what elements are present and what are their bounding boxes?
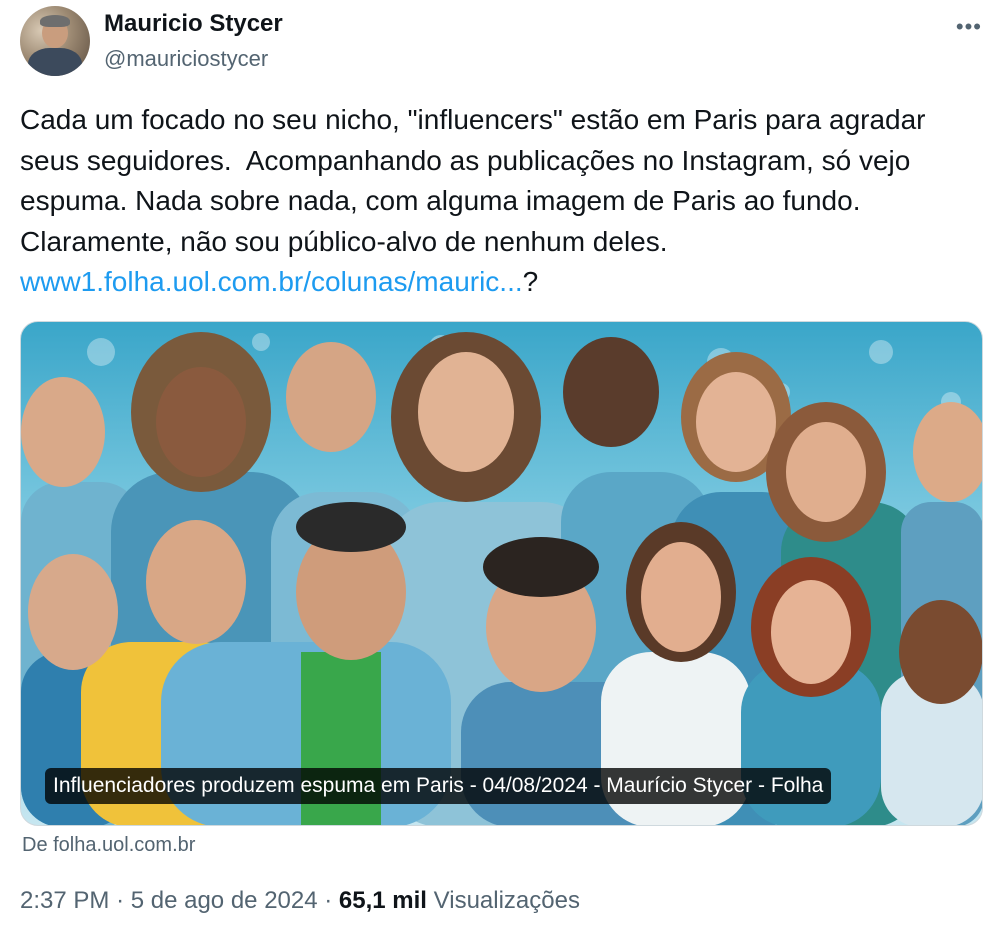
author-name[interactable]: Mauricio Stycer [104, 10, 283, 38]
views-count[interactable]: 65,1 mil [339, 887, 427, 914]
views-label[interactable]: Visualizações [434, 887, 580, 914]
tweet-date[interactable]: 5 de ago de 2024 [131, 887, 318, 914]
meta-separator: · [116, 887, 125, 914]
author-handle[interactable]: @mauriciostycer [104, 46, 268, 72]
meta-separator: · [324, 887, 333, 914]
more-horizontal-icon[interactable]: ••• [956, 14, 982, 40]
tweet-body: Cada um focado no seu nicho, "influencer… [20, 104, 926, 257]
card-caption: Influenciadores produzem espuma em Paris… [45, 768, 832, 804]
card-source[interactable]: De folha.uol.com.br [22, 834, 195, 857]
tweet-text: Cada um focado no seu nicho, "influencer… [20, 100, 985, 303]
author-avatar[interactable] [20, 6, 90, 76]
tweet-meta: 2:37 PM · 5 de ago de 2024 · 65,1 mil Vi… [20, 887, 580, 915]
avatar-hair [40, 15, 70, 27]
avatar-shirt [28, 48, 82, 76]
link-card[interactable]: Influenciadores produzem espuma em Paris… [20, 321, 983, 826]
tweet-link[interactable]: www1.folha.uol.com.br/colunas/mauric... [20, 266, 523, 297]
tweet-time[interactable]: 2:37 PM [20, 887, 109, 914]
card-image [21, 332, 982, 825]
tweet-link-suffix: ? [522, 266, 539, 297]
